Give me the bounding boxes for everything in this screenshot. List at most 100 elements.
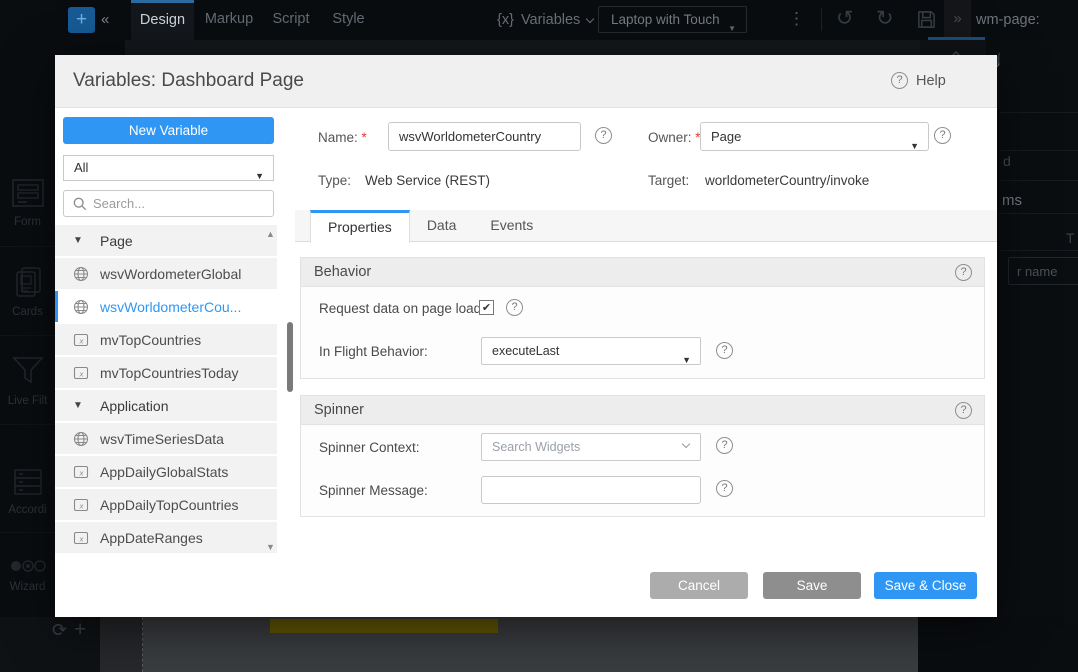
- variable-filter-select[interactable]: All ▼: [63, 155, 274, 181]
- variable-search: [63, 190, 274, 217]
- tree-item[interactable]: x AppDailyTopCountries: [55, 489, 277, 520]
- expand-right-icon[interactable]: »: [944, 0, 971, 40]
- design-canvas[interactable]: [143, 617, 918, 672]
- spinner-section: Spinner ? Spinner Context: Search Widget…: [300, 395, 985, 517]
- required-asterisk: *: [362, 130, 367, 145]
- inflight-behavior-label: In Flight Behavior:: [319, 344, 428, 359]
- target-value: worldometerCountry/invoke: [705, 173, 869, 188]
- check-icon: ✔: [482, 302, 491, 314]
- tree-item[interactable]: wsvTimeSeriesData: [55, 423, 277, 454]
- help-icon[interactable]: ?: [955, 402, 972, 419]
- model-variable-icon: x: [73, 530, 89, 546]
- help-icon[interactable]: ?: [716, 437, 733, 454]
- bottom-left-panel: ⟳ + ure: [0, 617, 100, 672]
- help-icon[interactable]: ?: [716, 342, 733, 359]
- tab-data[interactable]: Data: [410, 210, 474, 242]
- scroll-down-icon[interactable]: ▼: [266, 542, 275, 552]
- tree-collapse-icon[interactable]: ▼: [73, 400, 89, 411]
- variables-dialog: Variables: Dashboard Page ? Help New Var…: [55, 55, 997, 617]
- help-icon[interactable]: ?: [506, 299, 523, 316]
- tab-design[interactable]: Design: [131, 0, 194, 40]
- search-icon: [73, 197, 87, 211]
- variables-menu[interactable]: {x} Variables: [497, 0, 593, 40]
- canvas-gutter: [100, 617, 143, 672]
- dock-item-live-filter[interactable]: Live Filt: [0, 336, 55, 425]
- dock-item-form[interactable]: Form: [0, 158, 55, 247]
- dialog-header: Variables: Dashboard Page ? Help: [55, 55, 997, 108]
- dock-item-cards[interactable]: Cards: [0, 247, 55, 336]
- filter-select-value: All: [74, 160, 88, 175]
- funnel-icon: [10, 354, 46, 388]
- help-icon: ?: [891, 72, 908, 89]
- undo-icon[interactable]: ↺: [836, 6, 854, 31]
- inflight-select-value: executeLast: [492, 344, 559, 358]
- help-icon[interactable]: ?: [595, 127, 612, 144]
- svg-text:x: x: [79, 336, 84, 345]
- device-select[interactable]: Laptop with Touch ▼: [598, 6, 747, 33]
- tab-markup[interactable]: Markup: [197, 0, 261, 40]
- tree-collapse-icon[interactable]: ▼: [73, 235, 89, 246]
- dock-item-accordion[interactable]: Accordi: [0, 451, 55, 533]
- help-icon[interactable]: ?: [716, 480, 733, 497]
- type-value: Web Service (REST): [365, 173, 490, 188]
- tab-events[interactable]: Events: [473, 210, 550, 242]
- spinner-context-combobox[interactable]: Search Widgets: [481, 433, 701, 461]
- canvas-widget-highlight[interactable]: [270, 619, 498, 633]
- add-widget-button[interactable]: +: [68, 7, 95, 33]
- dock-item-wizard[interactable]: Wizard: [0, 533, 55, 617]
- spinner-message-input[interactable]: [481, 476, 701, 504]
- behavior-section: Behavior ? Request data on page load ✔ ?…: [300, 257, 985, 379]
- accordion-icon: [11, 467, 45, 497]
- model-variable-icon: x: [73, 497, 89, 513]
- variable-name-input[interactable]: [388, 122, 581, 151]
- tree-item[interactable]: x AppDailyGlobalStats: [55, 456, 277, 487]
- chevron-down-icon: [586, 14, 594, 22]
- chevron-down-icon: [682, 440, 690, 448]
- sidebar-scrollbar-thumb[interactable]: [287, 322, 293, 392]
- web-service-icon: [73, 299, 89, 315]
- variables-braces-icon: {x}: [497, 12, 514, 28]
- kebab-menu-icon[interactable]: ⋮: [788, 9, 805, 29]
- svg-text:x: x: [79, 468, 84, 477]
- panel-name-input[interactable]: [1008, 257, 1078, 285]
- tab-properties[interactable]: Properties: [310, 210, 410, 243]
- model-variable-icon: x: [73, 332, 89, 348]
- top-toolbar: + « Design Markup Script Style {x} Varia…: [0, 0, 1078, 40]
- svg-text:x: x: [79, 501, 84, 510]
- cancel-button[interactable]: Cancel: [650, 572, 748, 599]
- tree-item[interactable]: x mvTopCountriesToday: [55, 357, 277, 388]
- spinner-message-label: Spinner Message:: [319, 483, 428, 498]
- dialog-tabs: Properties Data Events: [295, 210, 997, 242]
- tab-script[interactable]: Script: [261, 0, 321, 40]
- collapse-left-icon[interactable]: «: [101, 11, 109, 28]
- dock-item-label: Wizard: [10, 581, 46, 593]
- tree-item[interactable]: x AppDateRanges: [55, 522, 277, 553]
- tree-group-page[interactable]: ▼ Page: [55, 225, 277, 256]
- redo-icon[interactable]: ↻: [876, 6, 894, 31]
- tab-style[interactable]: Style: [321, 0, 376, 40]
- help-link[interactable]: ? Help: [891, 72, 946, 89]
- device-select-value: Laptop with Touch: [611, 12, 720, 27]
- refresh-icon[interactable]: ⟳: [52, 620, 67, 641]
- add-icon[interactable]: +: [74, 618, 86, 642]
- help-icon[interactable]: ?: [955, 264, 972, 281]
- owner-select-value: Page: [711, 129, 741, 144]
- help-icon[interactable]: ?: [934, 127, 951, 144]
- save-button[interactable]: Save: [763, 572, 861, 599]
- tree-group-application[interactable]: ▼ Application: [55, 390, 277, 421]
- save-and-close-button[interactable]: Save & Close: [874, 572, 977, 599]
- tree-item[interactable]: wsvWordometerGlobal: [55, 258, 277, 289]
- dock-item-label: Cards: [12, 306, 43, 318]
- tree-item[interactable]: x mvTopCountries: [55, 324, 277, 355]
- variables-menu-label: Variables: [521, 12, 580, 28]
- request-data-checkbox[interactable]: ✔: [479, 300, 494, 315]
- search-input[interactable]: [93, 196, 253, 211]
- owner-select[interactable]: Page ▼: [700, 122, 929, 151]
- svg-text:x: x: [79, 369, 84, 378]
- dock-item-label: Form: [14, 216, 41, 228]
- inflight-behavior-select[interactable]: executeLast ▼: [481, 337, 701, 365]
- save-icon[interactable]: [916, 9, 937, 35]
- tree-item-selected[interactable]: wsvWorldometerCou...: [55, 291, 277, 322]
- new-variable-button[interactable]: New Variable: [63, 117, 274, 144]
- scroll-up-icon[interactable]: ▲: [266, 229, 275, 239]
